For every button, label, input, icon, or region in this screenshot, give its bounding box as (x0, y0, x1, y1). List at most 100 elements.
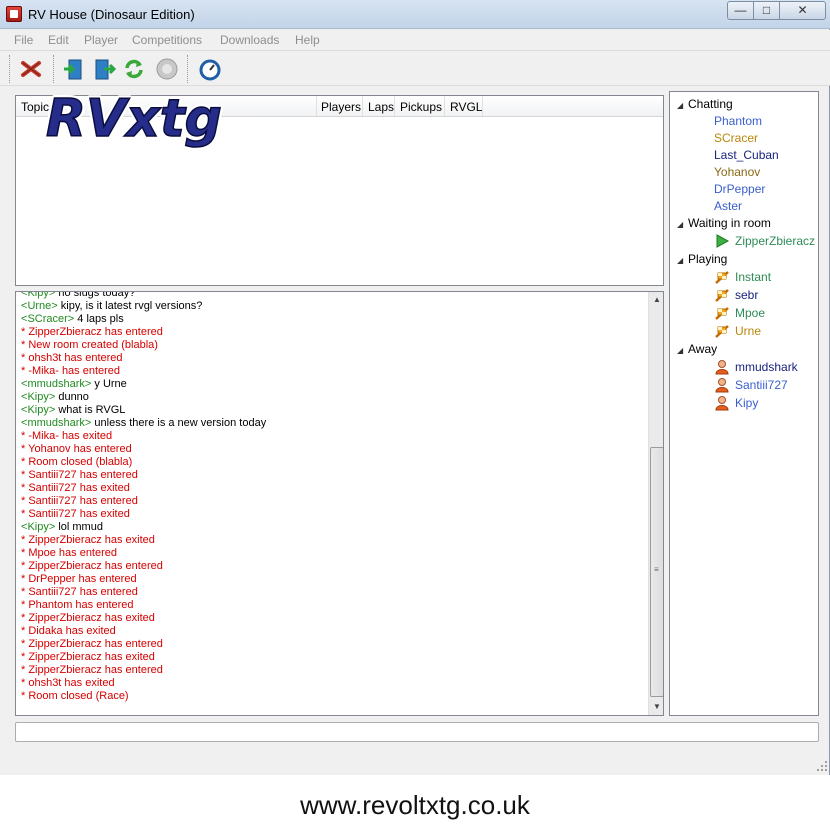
chat-nick[interactable]: Kipy (27, 292, 48, 299)
menu-file[interactable]: File (14, 33, 33, 47)
user-santiii727[interactable]: Santiii727 (735, 378, 788, 392)
chat-scrollbar[interactable]: ▲ ≡ ▼ (648, 292, 663, 715)
chat-input[interactable] (15, 722, 819, 742)
group-waiting[interactable]: ◢ Waiting in room (670, 216, 771, 230)
chat-nick[interactable]: mmudshark (27, 417, 84, 429)
user-scracer[interactable]: SCracer (714, 131, 758, 145)
column-players[interactable]: Players (321, 100, 361, 114)
system-message-text: * ZipperZbieracz has entered (21, 560, 163, 572)
column-pickups[interactable]: Pickups (400, 100, 442, 114)
chat-nick[interactable]: Kipy (27, 404, 48, 416)
menu-edit[interactable]: Edit (48, 33, 69, 47)
user-urne[interactable]: Urne (735, 324, 761, 338)
system-message: * Yohanov has entered (21, 443, 647, 456)
system-message-text: * ohsh3t has exited (21, 677, 115, 689)
resize-grip-icon[interactable] (816, 760, 828, 772)
away-user-icon (714, 377, 730, 393)
menu-help[interactable]: Help (295, 33, 320, 47)
group-away[interactable]: ◢ Away (670, 342, 717, 356)
chat-text: what is RVGL (58, 404, 126, 416)
user-list[interactable]: ◢ Chatting Phantom SCracer Last_Cuban Yohanov… (669, 91, 819, 716)
menu-downloads[interactable]: Downloads (220, 33, 279, 47)
system-message-text: * ZipperZbieracz has entered (21, 326, 163, 338)
user-aster[interactable]: Aster (714, 199, 742, 213)
title-bar[interactable]: RV House (Dinosaur Edition) — □ ✕ (0, 0, 830, 29)
user-drpepper[interactable]: DrPepper (714, 182, 765, 196)
chat-nick[interactable]: Urne (27, 300, 51, 312)
race-flag-icon (714, 305, 730, 321)
column-laps[interactable]: Laps (368, 100, 394, 114)
maximize-button[interactable]: □ (753, 1, 780, 20)
exit-room-icon[interactable] (92, 57, 116, 81)
system-message-text: * Santiii727 has entered (21, 469, 138, 481)
close-window-button[interactable]: ✕ (779, 1, 826, 20)
chat-text: dunno (58, 391, 89, 403)
system-message-text: * ZipperZbieracz has entered (21, 638, 163, 650)
system-message-text: * ZipperZbieracz has entered (21, 664, 163, 676)
user-mpoe[interactable]: Mpoe (735, 306, 765, 320)
user-instant[interactable]: Instant (735, 270, 771, 284)
group-label: Away (688, 342, 718, 356)
user-mmudshark[interactable]: mmudshark (735, 360, 798, 374)
race-flag-icon (714, 323, 730, 339)
user-sebr[interactable]: sebr (735, 288, 758, 302)
enter-room-icon[interactable] (62, 57, 86, 81)
group-label: Playing (688, 252, 728, 266)
chat-nick[interactable]: SCracer (27, 313, 67, 325)
collapse-arrow-icon[interactable]: ◢ (670, 220, 684, 229)
group-label: Chatting (688, 97, 733, 111)
scroll-down-arrow-icon[interactable]: ▼ (649, 699, 663, 715)
system-message: * Phantom has entered (21, 599, 647, 612)
toolbar-separator (9, 55, 11, 83)
system-message-text: * Mpoe has entered (21, 547, 118, 559)
nick-bracket: > (48, 521, 59, 533)
menu-player[interactable]: Player (84, 33, 118, 47)
system-message: * Didaka has exited (21, 625, 647, 638)
system-message-text: * ZipperZbieracz has exited (21, 651, 155, 663)
system-message-text: * Room closed (Race) (21, 690, 129, 702)
system-message: * ZipperZbieracz has exited (21, 612, 647, 625)
system-message-text: * ZipperZbieracz has exited (21, 534, 155, 546)
system-message-text: * -Mika- has entered (21, 365, 121, 377)
system-message-text: * New room created (blabla) (21, 339, 158, 351)
system-message-text: * Santiii727 has entered (21, 495, 138, 507)
menu-bar: File Edit Player Competitions Downloads … (0, 30, 830, 50)
disconnect-icon[interactable] (19, 57, 43, 81)
group-chatting[interactable]: ◢ Chatting (670, 97, 733, 111)
system-message: * Santiii727 has entered (21, 469, 647, 482)
system-message: * ZipperZbieracz has entered (21, 560, 647, 573)
system-message-text: * -Mika- has exited (21, 430, 113, 442)
collapse-arrow-icon[interactable]: ◢ (670, 346, 684, 355)
user-zipperzbieracz[interactable]: ZipperZbieracz (735, 234, 815, 248)
chat-nick[interactable]: mmudshark (27, 378, 84, 390)
toolbar (0, 50, 830, 86)
collapse-arrow-icon[interactable]: ◢ (670, 256, 684, 265)
chat-message: <SCracer> 4 laps pls (21, 313, 647, 326)
system-message: * ZipperZbieracz has entered (21, 664, 647, 677)
user-kipy[interactable]: Kipy (735, 396, 758, 410)
column-rvgl[interactable]: RVGL (450, 100, 482, 114)
collapse-arrow-icon[interactable]: ◢ (670, 101, 684, 110)
speedometer-icon[interactable] (198, 57, 222, 81)
chat-nick[interactable]: Kipy (27, 521, 48, 533)
scrollbar-thumb[interactable]: ≡ (650, 447, 663, 697)
chat-message: <mmudshark> unless there is a new versio… (21, 417, 647, 430)
chat-text: unless there is a new version today (94, 417, 267, 429)
chat-nick[interactable]: Kipy (27, 391, 48, 403)
chat-log[interactable]: <Kipy> no slugs today? <Urne> kipy, is it… (15, 291, 664, 716)
away-user-icon (714, 359, 730, 375)
user-phantom[interactable]: Phantom (714, 114, 762, 128)
disabled-option-icon[interactable] (155, 57, 179, 81)
refresh-icon[interactable] (122, 57, 146, 81)
minimize-button[interactable]: — (727, 1, 754, 20)
play-arrow-icon (714, 233, 730, 249)
group-playing[interactable]: ◢ Playing (670, 252, 727, 266)
system-message: * ohsh3t has entered (21, 352, 647, 365)
user-yohanov[interactable]: Yohanov (714, 165, 760, 179)
scroll-up-arrow-icon[interactable]: ▲ (649, 292, 663, 308)
menu-competitions[interactable]: Competitions (132, 33, 202, 47)
user-last-cuban[interactable]: Last_Cuban (714, 148, 779, 162)
system-message: * ZipperZbieracz has exited (21, 651, 647, 664)
app-icon[interactable] (6, 6, 22, 22)
system-message: * Mpoe has entered (21, 547, 647, 560)
